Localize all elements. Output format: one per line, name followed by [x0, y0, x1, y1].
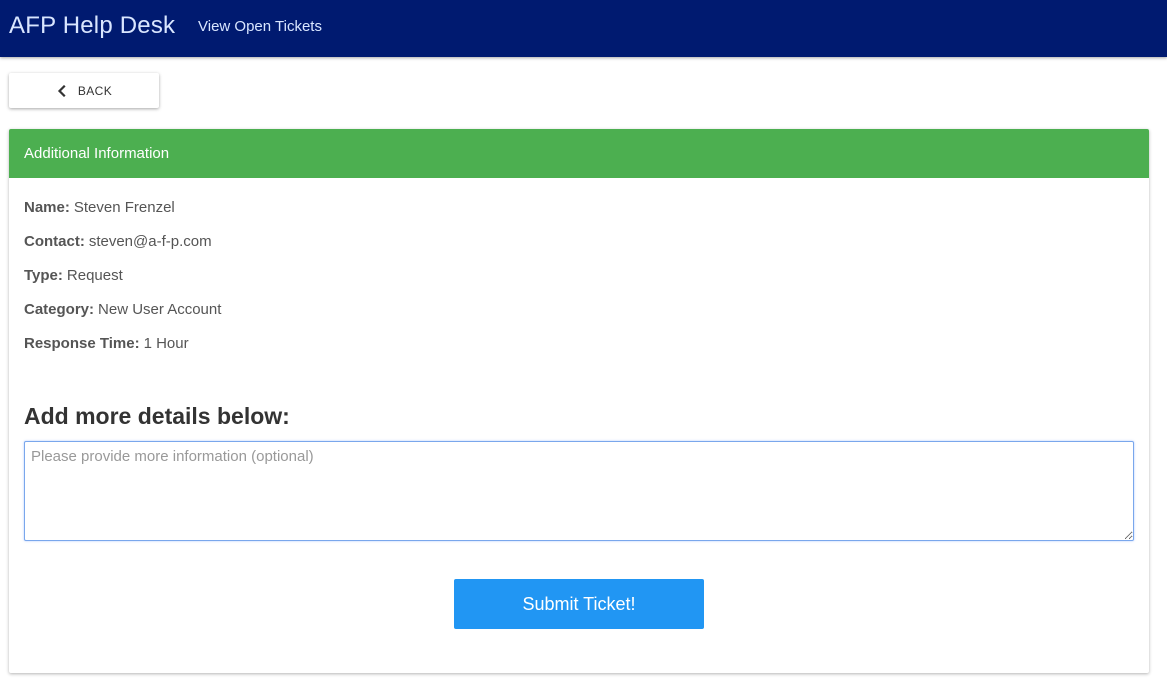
info-label: Type:: [24, 267, 63, 284]
info-label: Contact:: [24, 233, 85, 250]
info-contact: Contact: steven@a-f-p.com: [24, 233, 212, 250]
info-category: Category: New User Account: [24, 301, 221, 318]
top-navbar: AFP Help Desk View Open Tickets: [0, 0, 1167, 57]
back-button-label: BACK: [77, 83, 113, 98]
info-value: New User Account: [98, 301, 222, 318]
info-label: Category:: [24, 301, 95, 318]
details-textarea[interactable]: [24, 441, 1134, 541]
details-heading: Add more details below:: [24, 403, 290, 429]
info-value: 1 Hour: [143, 335, 189, 352]
view-open-tickets-link[interactable]: View Open Tickets: [198, 18, 322, 35]
brand-title[interactable]: AFP Help Desk: [9, 12, 175, 40]
info-value: Steven Frenzel: [73, 199, 175, 216]
card-header: Additional Information: [9, 129, 1149, 178]
back-button[interactable]: BACK: [9, 73, 159, 108]
info-label: Response Time:: [24, 335, 140, 352]
ticket-details-card: Additional Information Name: Steven Frenz…: [9, 129, 1149, 673]
info-response-time: Response Time: 1 Hour: [24, 335, 189, 352]
info-type: Type: Request: [24, 267, 123, 284]
chevron-left-icon: [56, 84, 68, 97]
info-label: Name:: [24, 199, 70, 216]
submit-ticket-button[interactable]: Submit Ticket!: [454, 579, 704, 629]
info-name: Name: Steven Frenzel: [24, 199, 175, 216]
info-value: Request: [66, 267, 123, 284]
card-title: Additional Information: [24, 145, 170, 162]
info-value: steven@a-f-p.com: [88, 233, 212, 250]
